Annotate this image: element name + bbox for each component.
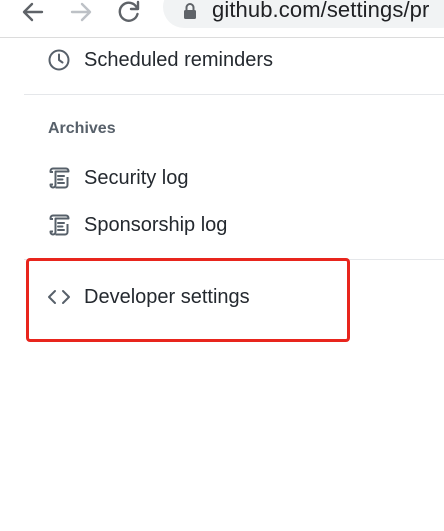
menu-item-label: Security log [84, 166, 189, 189]
back-button[interactable] [18, 0, 48, 24]
section-header-archives: Archives [48, 120, 116, 137]
menu-item-sponsorship-log[interactable]: Sponsorship log [46, 209, 227, 241]
browser-toolbar: github.com/settings/pr [0, 0, 444, 38]
log-icon [46, 165, 72, 191]
menu-item-label: Sponsorship log [84, 213, 228, 236]
arrow-right-icon [70, 2, 92, 22]
arrow-left-icon [22, 2, 44, 22]
forward-button[interactable] [66, 0, 96, 24]
clock-icon [46, 47, 72, 73]
reload-button[interactable] [114, 0, 144, 24]
log-icon [46, 212, 72, 238]
divider [24, 94, 444, 95]
url-text: github.com/settings/pr [212, 0, 430, 22]
menu-item-security-log[interactable]: Security log [46, 162, 189, 194]
reload-icon [118, 0, 140, 22]
menu-item-label: Scheduled reminders [84, 48, 273, 71]
menu-item-scheduled-reminders[interactable]: Scheduled reminders [46, 44, 273, 76]
lock-icon [182, 2, 198, 25]
highlight-annotation [26, 258, 350, 342]
